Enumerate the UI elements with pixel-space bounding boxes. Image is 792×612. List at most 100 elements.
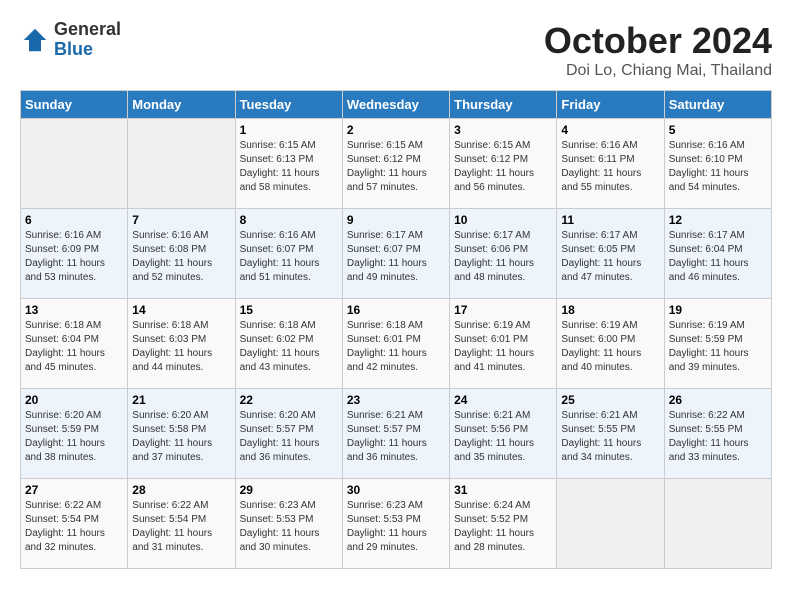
day-number: 26 xyxy=(669,393,767,407)
weekday-header-wednesday: Wednesday xyxy=(342,91,449,119)
day-info: Sunrise: 6:20 AMSunset: 5:59 PMDaylight:… xyxy=(25,409,123,465)
day-info: Sunrise: 6:15 AMSunset: 6:13 PMDaylight:… xyxy=(240,139,338,195)
day-info: Sunrise: 6:22 AMSunset: 5:55 PMDaylight:… xyxy=(669,409,767,465)
day-info: Sunrise: 6:23 AMSunset: 5:53 PMDaylight:… xyxy=(240,499,338,555)
day-info: Sunrise: 6:17 AMSunset: 6:07 PMDaylight:… xyxy=(347,229,445,285)
day-info: Sunrise: 6:24 AMSunset: 5:52 PMDaylight:… xyxy=(454,499,552,555)
title-section: October 2024 Doi Lo, Chiang Mai, Thailan… xyxy=(544,20,772,80)
day-number: 17 xyxy=(454,303,552,317)
day-number: 8 xyxy=(240,213,338,227)
day-number: 5 xyxy=(669,123,767,137)
calendar-cell: 20Sunrise: 6:20 AMSunset: 5:59 PMDayligh… xyxy=(21,389,128,479)
day-number: 19 xyxy=(669,303,767,317)
calendar-cell: 5 Sunrise: 6:16 AMSunset: 6:10 PMDaylight… xyxy=(664,119,771,209)
day-info: Sunrise: 6:21 AMSunset: 5:56 PMDaylight:… xyxy=(454,409,552,465)
logo-text: General Blue xyxy=(54,20,121,60)
day-number: 12 xyxy=(669,213,767,227)
day-number: 22 xyxy=(240,393,338,407)
day-info: Sunrise: 6:21 AMSunset: 5:55 PMDaylight:… xyxy=(561,409,659,465)
calendar-cell: 15 Sunrise: 6:18 AMSunset: 6:02 PMDayligh… xyxy=(235,299,342,389)
day-info: Sunrise: 6:18 AMSunset: 6:04 PMDaylight:… xyxy=(25,319,123,375)
day-number: 14 xyxy=(132,303,230,317)
day-number: 1 xyxy=(240,123,338,137)
day-number: 15 xyxy=(240,303,338,317)
day-number: 21 xyxy=(132,393,230,407)
day-info: Sunrise: 6:18 AMSunset: 6:03 PMDaylight:… xyxy=(132,319,230,375)
day-info: Sunrise: 6:17 AMSunset: 6:05 PMDaylight:… xyxy=(561,229,659,285)
weekday-header-thursday: Thursday xyxy=(450,91,557,119)
calendar-cell xyxy=(557,479,664,569)
day-number: 4 xyxy=(561,123,659,137)
calendar-cell: 11 Sunrise: 6:17 AMSunset: 6:05 PMDayligh… xyxy=(557,209,664,299)
day-info: Sunrise: 6:16 AMSunset: 6:11 PMDaylight:… xyxy=(561,139,659,195)
calendar-cell: 23 Sunrise: 6:21 AMSunset: 5:57 PMDayligh… xyxy=(342,389,449,479)
day-number: 16 xyxy=(347,303,445,317)
day-info: Sunrise: 6:19 AMSunset: 6:01 PMDaylight:… xyxy=(454,319,552,375)
calendar-cell: 14 Sunrise: 6:18 AMSunset: 6:03 PMDayligh… xyxy=(128,299,235,389)
day-number: 3 xyxy=(454,123,552,137)
day-info: Sunrise: 6:16 AMSunset: 6:07 PMDaylight:… xyxy=(240,229,338,285)
calendar-week-row: 20Sunrise: 6:20 AMSunset: 5:59 PMDayligh… xyxy=(21,389,772,479)
page-header: General Blue October 2024 Doi Lo, Chiang… xyxy=(20,20,772,80)
calendar-cell: 24 Sunrise: 6:21 AMSunset: 5:56 PMDayligh… xyxy=(450,389,557,479)
calendar-cell xyxy=(21,119,128,209)
calendar-cell: 21 Sunrise: 6:20 AMSunset: 5:58 PMDayligh… xyxy=(128,389,235,479)
day-info: Sunrise: 6:15 AMSunset: 6:12 PMDaylight:… xyxy=(347,139,445,195)
day-number: 2 xyxy=(347,123,445,137)
calendar-cell: 22Sunrise: 6:20 AMSunset: 5:57 PMDayligh… xyxy=(235,389,342,479)
day-info: Sunrise: 6:16 AMSunset: 6:09 PMDaylight:… xyxy=(25,229,123,285)
day-info: Sunrise: 6:19 AMSunset: 6:00 PMDaylight:… xyxy=(561,319,659,375)
weekday-header-monday: Monday xyxy=(128,91,235,119)
day-number: 7 xyxy=(132,213,230,227)
day-number: 31 xyxy=(454,483,552,497)
calendar-cell: 31 Sunrise: 6:24 AMSunset: 5:52 PMDayligh… xyxy=(450,479,557,569)
calendar-week-row: 27 Sunrise: 6:22 AMSunset: 5:54 PMDayligh… xyxy=(21,479,772,569)
calendar-cell: 28Sunrise: 6:22 AMSunset: 5:54 PMDayligh… xyxy=(128,479,235,569)
day-info: Sunrise: 6:22 AMSunset: 5:54 PMDaylight:… xyxy=(25,499,123,555)
day-info: Sunrise: 6:19 AMSunset: 5:59 PMDaylight:… xyxy=(669,319,767,375)
calendar-cell: 4 Sunrise: 6:16 AMSunset: 6:11 PMDaylight… xyxy=(557,119,664,209)
day-number: 24 xyxy=(454,393,552,407)
day-info: Sunrise: 6:15 AMSunset: 6:12 PMDaylight:… xyxy=(454,139,552,195)
weekday-header-sunday: Sunday xyxy=(21,91,128,119)
month-title: October 2024 xyxy=(544,20,772,62)
calendar-cell: 29Sunrise: 6:23 AMSunset: 5:53 PMDayligh… xyxy=(235,479,342,569)
day-info: Sunrise: 6:18 AMSunset: 6:02 PMDaylight:… xyxy=(240,319,338,375)
calendar-cell: 27 Sunrise: 6:22 AMSunset: 5:54 PMDayligh… xyxy=(21,479,128,569)
day-number: 6 xyxy=(25,213,123,227)
calendar-cell: 25Sunrise: 6:21 AMSunset: 5:55 PMDayligh… xyxy=(557,389,664,479)
logo-general: General xyxy=(54,20,121,40)
calendar-cell: 17 Sunrise: 6:19 AMSunset: 6:01 PMDayligh… xyxy=(450,299,557,389)
calendar-cell xyxy=(664,479,771,569)
day-number: 10 xyxy=(454,213,552,227)
day-info: Sunrise: 6:17 AMSunset: 6:04 PMDaylight:… xyxy=(669,229,767,285)
weekday-header-row: SundayMondayTuesdayWednesdayThursdayFrid… xyxy=(21,91,772,119)
weekday-header-friday: Friday xyxy=(557,91,664,119)
day-info: Sunrise: 6:21 AMSunset: 5:57 PMDaylight:… xyxy=(347,409,445,465)
calendar-week-row: 13Sunrise: 6:18 AMSunset: 6:04 PMDayligh… xyxy=(21,299,772,389)
calendar-cell xyxy=(128,119,235,209)
day-number: 30 xyxy=(347,483,445,497)
day-info: Sunrise: 6:20 AMSunset: 5:58 PMDaylight:… xyxy=(132,409,230,465)
day-info: Sunrise: 6:23 AMSunset: 5:53 PMDaylight:… xyxy=(347,499,445,555)
logo-icon xyxy=(20,25,50,55)
day-number: 11 xyxy=(561,213,659,227)
calendar-cell: 7Sunrise: 6:16 AMSunset: 6:08 PMDaylight… xyxy=(128,209,235,299)
calendar-cell: 10Sunrise: 6:17 AMSunset: 6:06 PMDayligh… xyxy=(450,209,557,299)
day-number: 28 xyxy=(132,483,230,497)
calendar-cell: 30 Sunrise: 6:23 AMSunset: 5:53 PMDayligh… xyxy=(342,479,449,569)
logo: General Blue xyxy=(20,20,121,60)
day-info: Sunrise: 6:18 AMSunset: 6:01 PMDaylight:… xyxy=(347,319,445,375)
day-number: 23 xyxy=(347,393,445,407)
logo-blue: Blue xyxy=(54,40,121,60)
day-number: 18 xyxy=(561,303,659,317)
calendar-cell: 13Sunrise: 6:18 AMSunset: 6:04 PMDayligh… xyxy=(21,299,128,389)
day-number: 9 xyxy=(347,213,445,227)
calendar-cell: 18 Sunrise: 6:19 AMSunset: 6:00 PMDayligh… xyxy=(557,299,664,389)
day-info: Sunrise: 6:16 AMSunset: 6:10 PMDaylight:… xyxy=(669,139,767,195)
calendar-cell: 2 Sunrise: 6:15 AMSunset: 6:12 PMDaylight… xyxy=(342,119,449,209)
day-number: 27 xyxy=(25,483,123,497)
location: Doi Lo, Chiang Mai, Thailand xyxy=(544,62,772,80)
calendar-cell: 3 Sunrise: 6:15 AMSunset: 6:12 PMDaylight… xyxy=(450,119,557,209)
calendar-week-row: 6 Sunrise: 6:16 AMSunset: 6:09 PMDaylight… xyxy=(21,209,772,299)
